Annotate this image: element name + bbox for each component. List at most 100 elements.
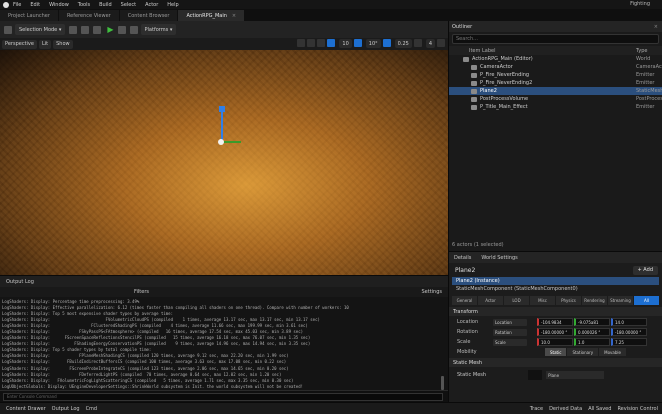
- rotate-icon[interactable]: [307, 39, 316, 47]
- location-y-field[interactable]: -9.075a81: [574, 318, 610, 326]
- lit-button[interactable]: Lit: [38, 39, 52, 49]
- rotation-z-field[interactable]: -180.00000 °: [611, 328, 647, 336]
- scale-mode-dropdown[interactable]: Scale: [493, 338, 527, 346]
- outliner-row[interactable]: P_Fire_NeverEnding Emitter: [449, 71, 662, 79]
- component-item[interactable]: Plane2 (Instance): [452, 277, 659, 285]
- rotation-x-field[interactable]: -180.00000 °: [537, 328, 573, 336]
- scale-x-field[interactable]: 10.0: [537, 338, 573, 346]
- menu-tools[interactable]: Tools: [78, 2, 90, 8]
- close-icon[interactable]: ×: [654, 24, 658, 30]
- tab-lod[interactable]: LOD: [504, 296, 529, 305]
- blueprint-icon[interactable]: [81, 25, 90, 34]
- rotation-y-field[interactable]: 0.000026 °: [574, 328, 610, 336]
- tab-details[interactable]: Details: [449, 255, 476, 261]
- translate-icon[interactable]: [297, 39, 306, 47]
- location-x-field[interactable]: -104.9834: [537, 318, 573, 326]
- derived-data-button[interactable]: Derived Data: [549, 406, 582, 412]
- gizmo-z-axis[interactable]: [221, 108, 223, 142]
- revision-control-button[interactable]: Revision Control: [617, 406, 658, 412]
- tab-reference-viewer[interactable]: Reference Viewer: [58, 10, 119, 21]
- scale-z-field[interactable]: 7.25: [611, 338, 647, 346]
- step-icon[interactable]: [117, 25, 126, 34]
- trace-button[interactable]: Trace: [530, 406, 543, 412]
- tab-actor[interactable]: Actor: [478, 296, 503, 305]
- gizmo-center[interactable]: [218, 139, 224, 145]
- transform-section[interactable]: Transform: [449, 307, 662, 316]
- console-command-input[interactable]: Enter Console Command: [3, 393, 443, 401]
- mobility-movable[interactable]: Movable: [599, 348, 626, 356]
- scale-y-field[interactable]: 1.0: [574, 338, 610, 346]
- scale-snap-value[interactable]: 0.25: [394, 39, 412, 48]
- menu-help[interactable]: Help: [167, 2, 178, 8]
- scale-icon[interactable]: [317, 39, 326, 47]
- play-icon[interactable]: ▶: [107, 25, 113, 34]
- grid-snap-value[interactable]: 10: [339, 39, 352, 48]
- rotation-snap-value[interactable]: 10°: [365, 39, 381, 48]
- outliner-row[interactable]: P_Fire_NeverEnding2 Emitter: [449, 79, 662, 87]
- mobility-static[interactable]: Static: [545, 348, 567, 356]
- camera-speed-value[interactable]: 4: [425, 39, 435, 48]
- static-mesh-section[interactable]: Static Mesh: [449, 358, 662, 367]
- add-content-icon[interactable]: [69, 25, 78, 34]
- tab-rendering[interactable]: Rendering: [582, 296, 607, 305]
- close-icon[interactable]: ×: [232, 13, 236, 19]
- col-type[interactable]: Type: [636, 48, 662, 54]
- outliner-row[interactable]: CameraActor CameraActor: [449, 63, 662, 71]
- tab-physics[interactable]: Physics: [556, 296, 581, 305]
- settings-button[interactable]: Settings: [421, 289, 442, 295]
- outliner-row[interactable]: PostProcessVolume PostProcessVol.: [449, 95, 662, 103]
- all-saved-button[interactable]: All Saved: [588, 406, 611, 412]
- menu-window[interactable]: Window: [49, 2, 69, 8]
- mesh-thumbnail[interactable]: [528, 370, 543, 380]
- outliner-row[interactable]: ActionRPG_Main (Editor) World: [449, 55, 662, 63]
- output-log-button[interactable]: Output Log: [52, 406, 80, 412]
- content-drawer-button[interactable]: Content Drawer: [6, 406, 46, 412]
- col-item-label[interactable]: Item Label: [469, 48, 495, 54]
- tab-level-editor[interactable]: ActionRPG_Main ×: [178, 10, 245, 21]
- menu-edit[interactable]: Edit: [30, 2, 40, 8]
- menu-select[interactable]: Select: [121, 2, 136, 8]
- stop-icon[interactable]: [129, 25, 138, 34]
- static-mesh-picker[interactable]: Plane: [546, 371, 605, 379]
- tab-all[interactable]: All: [634, 296, 659, 305]
- selection-mode-dropdown[interactable]: Selection Mode ▾: [15, 24, 66, 35]
- location-z-field[interactable]: 14.0: [611, 318, 647, 326]
- menu-build[interactable]: Build: [99, 2, 112, 8]
- log-scrollbar[interactable]: [441, 376, 444, 390]
- mobility-stationary[interactable]: Stationary: [567, 348, 599, 356]
- outliner-search-input[interactable]: Search...: [452, 34, 659, 44]
- tab-project-launcher[interactable]: Project Launcher: [0, 10, 58, 21]
- tab-streaming[interactable]: Streaming: [608, 296, 633, 305]
- cmd-button[interactable]: Cmd: [86, 406, 98, 412]
- grid-snap-icon[interactable]: [327, 39, 336, 47]
- menu-actor[interactable]: Actor: [145, 2, 158, 8]
- view-mode-button[interactable]: Perspective: [2, 39, 37, 49]
- tab-content-browser[interactable]: Content Browser: [119, 10, 178, 21]
- scale-snap-icon[interactable]: [382, 39, 391, 47]
- rotation-snap-icon[interactable]: [353, 39, 362, 47]
- camera-speed-icon[interactable]: [413, 39, 422, 47]
- gizmo-x-axis[interactable]: [223, 141, 241, 143]
- level-viewport[interactable]: [0, 50, 448, 275]
- outliner-tab[interactable]: Outliner ×: [449, 21, 662, 32]
- show-button[interactable]: Show: [53, 39, 73, 49]
- tab-general[interactable]: General: [452, 296, 477, 305]
- save-icon[interactable]: [4, 25, 12, 34]
- gizmo-z-handle[interactable]: [219, 106, 225, 112]
- rotation-mode-dropdown[interactable]: Rotation: [493, 328, 527, 336]
- location-mode-dropdown[interactable]: Location: [493, 318, 527, 326]
- outliner-row[interactable]: P_Title_Main_Effect Emitter: [449, 103, 662, 111]
- outliner-row[interactable]: Plane2 StaticMeshActor: [449, 87, 662, 95]
- cinematics-icon[interactable]: [93, 25, 102, 34]
- component-item[interactable]: StaticMeshComponent (StaticMeshComponent…: [452, 285, 659, 293]
- add-component-button[interactable]: + Add: [632, 265, 658, 275]
- tab-output-log[interactable]: Output Log: [0, 279, 40, 285]
- menu-file[interactable]: File: [13, 2, 21, 8]
- platforms-dropdown[interactable]: Platforms ▾: [140, 24, 177, 35]
- tab-misc[interactable]: Misc: [530, 296, 555, 305]
- tab-world-settings[interactable]: World Settings: [476, 255, 522, 261]
- unreal-logo-icon[interactable]: [3, 1, 9, 8]
- filters-button[interactable]: Filters: [134, 289, 149, 295]
- maximize-icon[interactable]: [437, 39, 445, 47]
- outliner-row-type: World: [636, 56, 651, 62]
